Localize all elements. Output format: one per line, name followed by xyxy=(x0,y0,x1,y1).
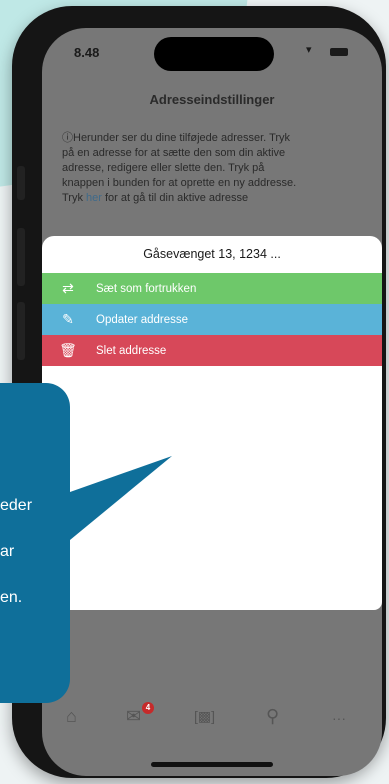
bubble-text-line: ar xyxy=(0,543,15,560)
speech-bubble: eder ar en. xyxy=(0,383,70,703)
bubble-text-line: en. xyxy=(0,589,23,606)
bubble-text-line: eder xyxy=(0,497,33,514)
